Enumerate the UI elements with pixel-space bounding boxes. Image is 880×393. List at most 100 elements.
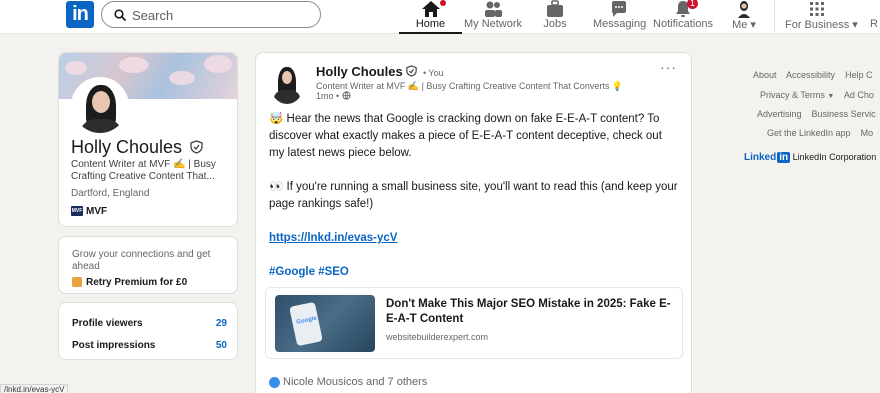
premium-text: Grow your connections and get ahead xyxy=(72,249,211,272)
home-badge xyxy=(440,0,446,6)
footer-link-more[interactable]: Mo xyxy=(861,128,874,138)
profile-card[interactable]: Holly Choules Content Writer at MVF ✍️ |… xyxy=(58,52,238,227)
browser-status-url: /lnkd.in/evas-ycV xyxy=(0,384,69,393)
nav-home[interactable]: Home xyxy=(399,0,462,34)
post-author-headline: Content Writer at MVF ✍️ | Busy Crafting… xyxy=(316,81,624,91)
profile-avatar[interactable] xyxy=(71,77,129,135)
premium-upsell-card[interactable]: Grow your connections and get ahead Retr… xyxy=(58,236,238,294)
post-degree: • You xyxy=(422,68,444,78)
home-icon xyxy=(399,0,462,18)
reaction-text: Nicole Mousicos and 7 others xyxy=(283,376,428,388)
nav-messaging-label: Messaging xyxy=(593,18,647,30)
chevron-down-icon: ▼ xyxy=(827,93,835,100)
profile-name[interactable]: Holly Choules xyxy=(71,137,203,159)
nav-me[interactable]: Me ▾ xyxy=(727,0,761,34)
footer-link-business-services[interactable]: Business Servic xyxy=(812,109,876,119)
corporation-text: LinkedIn Corporation xyxy=(792,152,877,162)
post-more-options-button[interactable]: ··· xyxy=(660,59,677,75)
premium-icon xyxy=(72,277,82,288)
nav-notifications[interactable]: 1 Notifications xyxy=(653,0,713,34)
stat-post-impressions[interactable]: Post impressions 50 xyxy=(72,340,227,351)
chevron-down-icon: ▾ xyxy=(750,19,756,31)
post-author-name-text: Holly Choules xyxy=(316,64,403,79)
nav-jobs-label: Jobs xyxy=(543,18,567,30)
feed-post: Holly Choules • You Content Writer at MV… xyxy=(255,52,692,393)
company-logo: MVF xyxy=(71,206,83,217)
article-thumbnail: Google xyxy=(275,295,375,352)
cover-decoration xyxy=(169,71,195,85)
nav-home-label: Home xyxy=(415,18,446,30)
stat-value: 29 xyxy=(215,318,227,329)
nav-me-label: Me ▾ xyxy=(727,18,761,31)
post-paragraph: 🤯 Hear the news that Google is cracking … xyxy=(269,113,662,159)
footer-link-help[interactable]: Help C xyxy=(845,70,873,80)
profile-headline: Content Writer at MVF ✍️ | Busy Crafting… xyxy=(71,159,216,182)
linkedin-logo[interactable]: in xyxy=(66,1,94,28)
nav-for-business-label: For Business ▾ xyxy=(785,18,858,31)
wordmark-text-b: in xyxy=(777,152,791,163)
linkedin-corporation-footer: Linked in LinkedIn Corporation xyxy=(744,152,876,163)
linkedin-wordmark-logo: Linked in xyxy=(744,152,791,163)
footer-link-accessibility[interactable]: Accessibility xyxy=(786,70,835,80)
nav-for-business[interactable]: For Business ▾ xyxy=(785,0,858,34)
post-paragraph: 👀 If you're running a small business sit… xyxy=(269,181,678,210)
briefcase-icon xyxy=(534,0,576,18)
avatar-face xyxy=(282,71,292,84)
cover-decoration xyxy=(119,57,149,73)
profile-stats-card: Profile viewers 29 Post impressions 50 xyxy=(58,302,238,360)
reaction-summary[interactable]: Nicole Mousicos and 7 others xyxy=(269,376,427,388)
post-hashtags[interactable]: #Google #SEO xyxy=(269,266,349,278)
like-reaction-icon xyxy=(269,376,280,388)
profile-name-text: Holly Choules xyxy=(71,137,183,157)
chevron-down-icon: ▾ xyxy=(852,19,858,31)
me-avatar-icon xyxy=(727,0,761,18)
nav-messaging[interactable]: Messaging xyxy=(593,0,647,34)
nav-premium-label: R xyxy=(870,18,878,30)
article-title[interactable]: Don't Make This Major SEO Mistake in 202… xyxy=(386,297,676,327)
phone-image: Google xyxy=(289,301,323,347)
wordmark-text-a: Linked xyxy=(744,152,777,163)
cover-decoration xyxy=(204,55,232,73)
avatar-body xyxy=(81,119,121,133)
footer-link-ad-choices[interactable]: Ad Cho xyxy=(844,90,874,100)
stat-profile-viewers[interactable]: Profile viewers 29 xyxy=(72,318,227,329)
bell-icon: 1 xyxy=(673,0,698,18)
post-link[interactable]: https://lnkd.in/evas-ycV xyxy=(269,232,397,244)
footer-link-about[interactable]: About xyxy=(753,70,777,80)
article-source: websitebuilderexpert.com xyxy=(386,332,489,342)
nav-me-text: Me xyxy=(732,19,748,31)
search-box[interactable] xyxy=(101,1,321,28)
top-navigation: in Home My Network Jobs Messaging 1 xyxy=(0,0,880,34)
post-author-name[interactable]: Holly Choules • You xyxy=(316,64,444,80)
verified-shield-icon xyxy=(406,65,418,80)
profile-company[interactable]: MVF MVF xyxy=(71,206,107,217)
notifications-badge: 1 xyxy=(687,0,698,9)
nav-my-network-label: My Network xyxy=(463,18,523,30)
message-icon xyxy=(593,0,645,18)
post-time-text: 1mo • xyxy=(316,91,340,101)
profile-location: Dartford, England xyxy=(71,188,150,199)
stat-label: Post impressions xyxy=(72,340,156,351)
nav-divider xyxy=(774,0,775,32)
search-icon xyxy=(114,9,126,21)
cover-decoration xyxy=(65,61,87,75)
verified-shield-icon xyxy=(190,138,203,159)
nav-my-network[interactable]: My Network xyxy=(463,0,523,34)
post-author-avatar[interactable] xyxy=(270,64,304,104)
profile-company-name: MVF xyxy=(86,206,108,217)
footer-link-privacy-terms[interactable]: Privacy & Terms ▼ xyxy=(760,90,834,100)
premium-cta[interactable]: Retry Premium for £0 xyxy=(72,277,187,288)
article-preview-card[interactable]: Google Don't Make This Major SEO Mistake… xyxy=(265,287,683,359)
nav-for-business-text: For Business xyxy=(785,19,850,31)
nav-premium-truncated[interactable]: R xyxy=(868,0,880,34)
nav-notifications-label: Notifications xyxy=(653,18,713,30)
grid-icon xyxy=(785,0,849,18)
people-icon xyxy=(463,0,523,18)
footer-link-advertising[interactable]: Advertising xyxy=(757,109,802,119)
search-input[interactable] xyxy=(132,6,312,24)
nav-jobs[interactable]: Jobs xyxy=(534,0,576,34)
avatar-face xyxy=(92,91,110,113)
avatar-body xyxy=(274,90,300,104)
footer-link-privacy-text: Privacy & Terms xyxy=(760,90,825,100)
footer-link-get-app[interactable]: Get the LinkedIn app xyxy=(767,128,851,138)
